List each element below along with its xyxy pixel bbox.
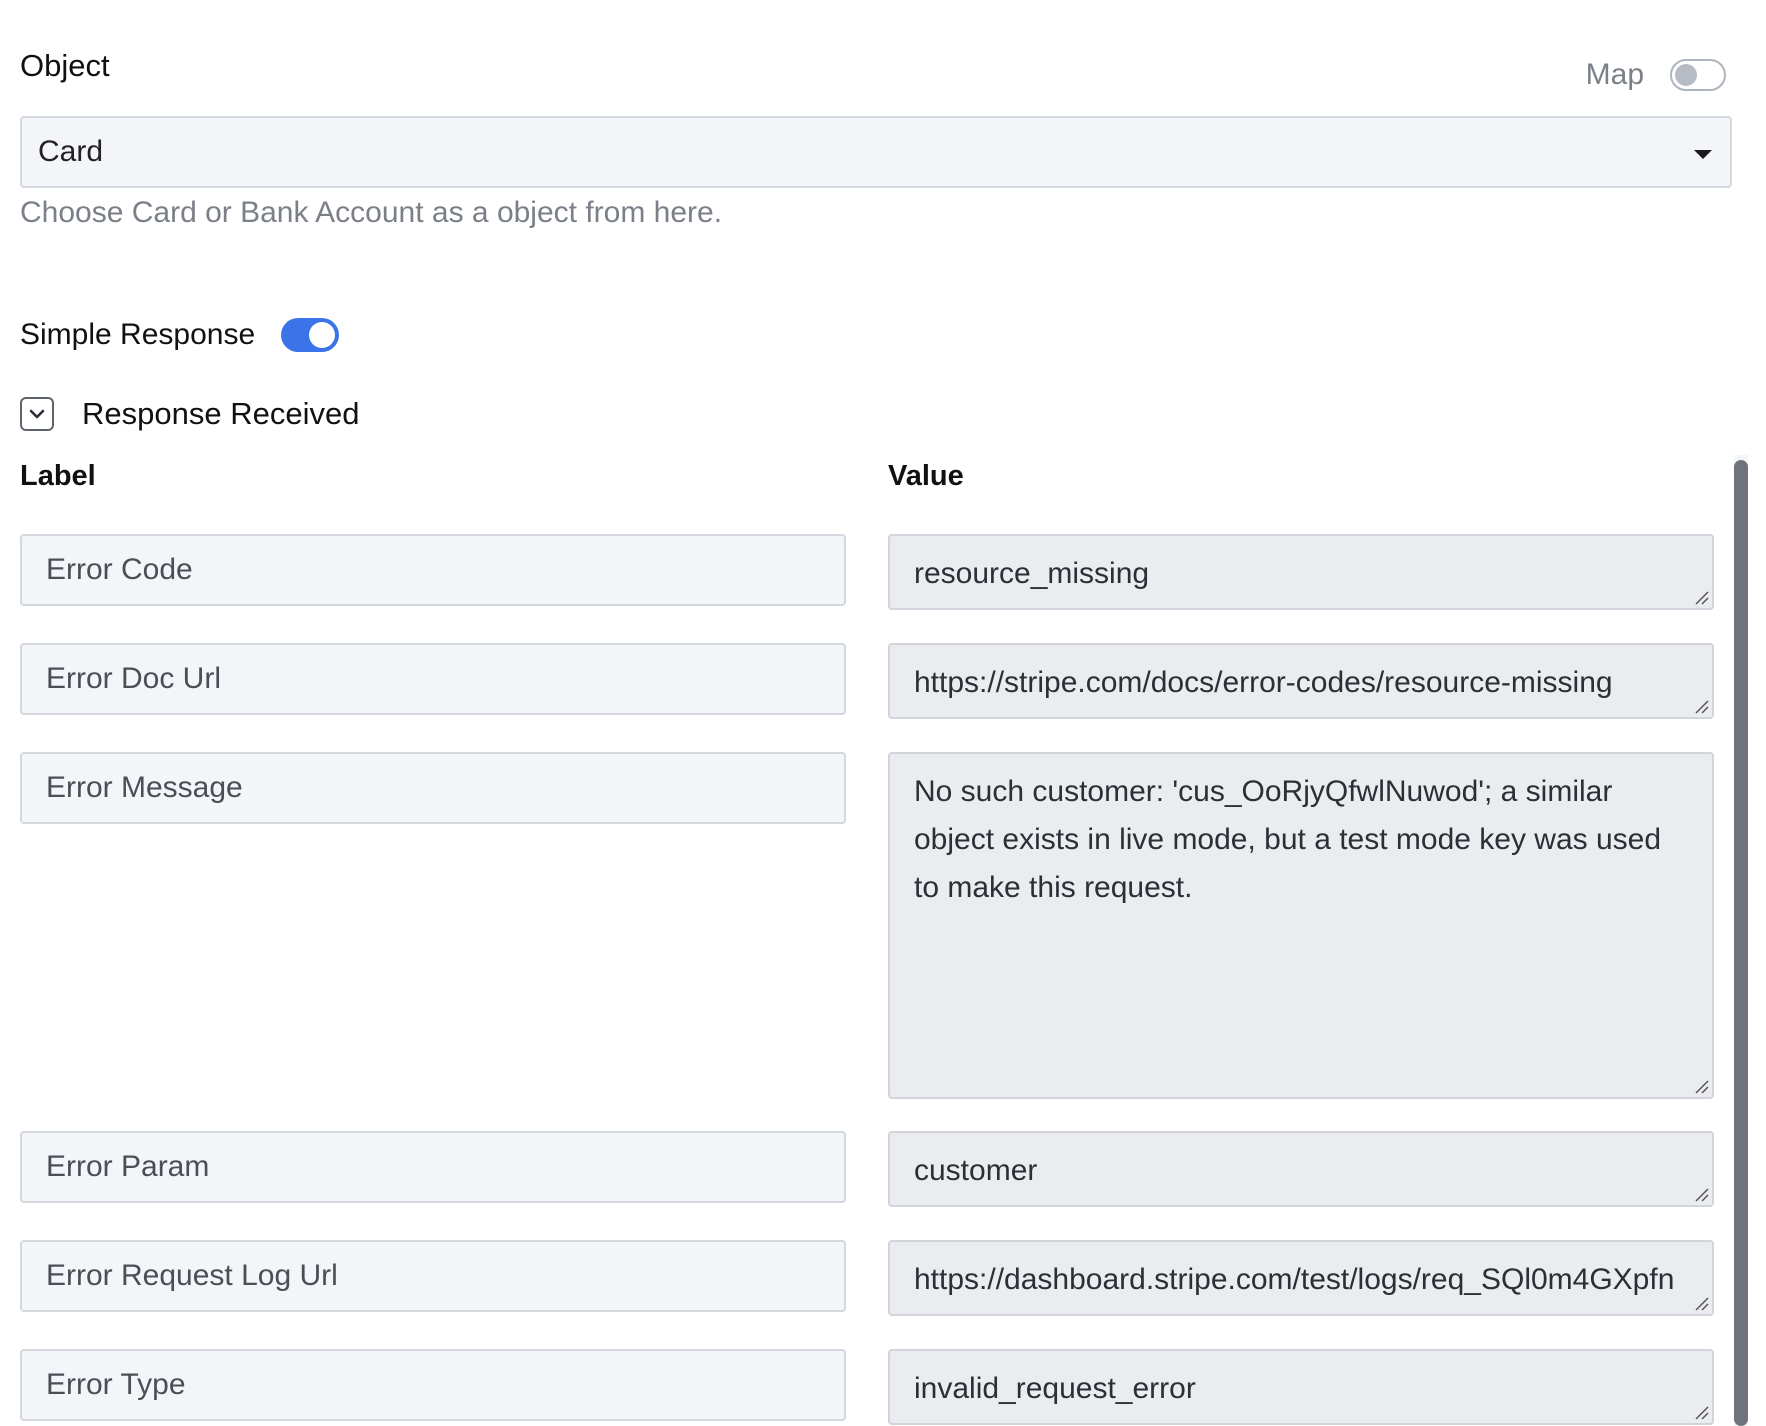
map-toggle-group: Map (1586, 58, 1726, 92)
error-type-label-field[interactable]: Error Type (20, 1349, 846, 1421)
object-select[interactable]: Card (20, 116, 1732, 188)
map-label: Map (1585, 58, 1644, 91)
simple-response-label: Simple Response (20, 318, 256, 351)
error-param-label-field[interactable]: Error Param (20, 1131, 846, 1203)
chevron-down-icon (29, 409, 45, 419)
simple-response-row: Simple Response (20, 318, 340, 352)
response-settings-panel: Object Map Card Choose Card or Bank Acco… (0, 0, 1766, 1426)
error-request-log-url-value-field[interactable]: https://dashboard.stripe.com/test/logs/r… (888, 1240, 1714, 1316)
error-doc-url-label-field[interactable]: Error Doc Url (20, 643, 846, 715)
object-helper-text: Choose Card or Bank Account as a object … (20, 196, 723, 229)
map-toggle[interactable] (1670, 59, 1726, 91)
error-type-value-field[interactable]: invalid_request_error (888, 1349, 1714, 1425)
object-select-value: Card (38, 135, 104, 168)
simple-response-toggle-knob (309, 322, 336, 348)
error-doc-url-value-field[interactable]: https://stripe.com/docs/error-codes/reso… (888, 643, 1714, 719)
resize-handle-icon[interactable] (1693, 1295, 1709, 1311)
map-toggle-knob (1675, 64, 1697, 86)
response-received-label: Response Received (82, 396, 360, 431)
collapse-toggle-button[interactable] (20, 397, 54, 431)
response-received-header: Response Received (20, 396, 359, 432)
error-message-value-field[interactable]: No such customer: 'cus_OoRjyQfwlNuwod'; … (888, 752, 1714, 1099)
resize-handle-icon[interactable] (1693, 589, 1709, 605)
error-param-value: customer (914, 1154, 1038, 1187)
value-column-header: Value (888, 460, 964, 492)
error-code-value-field[interactable]: resource_missing (888, 534, 1714, 610)
error-request-log-url-label-field[interactable]: Error Request Log Url (20, 1240, 846, 1312)
error-type-value: invalid_request_error (914, 1372, 1196, 1405)
scrollbar-thumb[interactable] (1734, 460, 1748, 1426)
error-doc-url-value: https://stripe.com/docs/error-codes/reso… (914, 666, 1613, 699)
error-code-value: resource_missing (914, 557, 1150, 590)
error-param-value-field[interactable]: customer (888, 1131, 1714, 1207)
resize-handle-icon[interactable] (1693, 1404, 1709, 1420)
error-message-label-field[interactable]: Error Message (20, 752, 846, 824)
label-column-header: Label (20, 460, 96, 492)
resize-handle-icon[interactable] (1693, 698, 1709, 714)
error-request-log-url-value: https://dashboard.stripe.com/test/logs/r… (914, 1263, 1675, 1314)
error-code-label-field[interactable]: Error Code (20, 534, 846, 606)
object-title: Object (20, 48, 110, 83)
caret-down-icon (1694, 150, 1712, 159)
simple-response-toggle[interactable] (281, 318, 340, 352)
resize-handle-icon[interactable] (1693, 1078, 1709, 1094)
error-message-value: No such customer: 'cus_OoRjyQfwlNuwod'; … (914, 775, 1662, 904)
resize-handle-icon[interactable] (1693, 1186, 1709, 1202)
